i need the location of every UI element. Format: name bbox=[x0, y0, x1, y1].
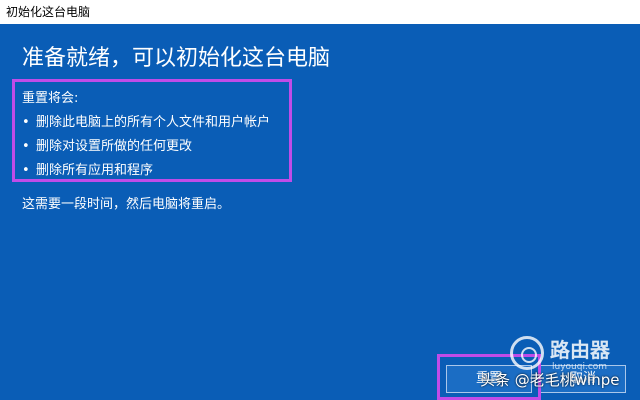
reset-items-list: • 删除此电脑上的所有个人文件和用户帐户 • 删除对设置所做的任何更改 • 删除所有应… bbox=[22, 114, 270, 186]
list-item: • 删除所有应用和程序 bbox=[22, 162, 270, 186]
watermark-logo-icon bbox=[510, 336, 544, 370]
page-heading: 准备就绪，可以初始化这台电脑 bbox=[22, 46, 331, 71]
reset-panel: 准备就绪，可以初始化这台电脑 重置将会: • 删除此电脑上的所有个人文件和用户帐户… bbox=[0, 24, 640, 400]
list-item-text: 删除所有应用和程序 bbox=[36, 163, 154, 178]
list-item: • 删除此电脑上的所有个人文件和用户帐户 bbox=[22, 114, 270, 138]
watermark-credit: 头条 @老毛桃winpe bbox=[480, 371, 620, 389]
bullet-icon: • bbox=[22, 163, 30, 178]
title-bar: 初始化这台电脑 bbox=[0, 0, 640, 24]
list-item-text: 删除对设置所做的任何更改 bbox=[36, 139, 193, 154]
bullet-icon: • bbox=[22, 115, 30, 130]
restart-note: 这需要一段时间，然后电脑将重启。 bbox=[22, 197, 231, 212]
window-title: 初始化这台电脑 bbox=[6, 5, 91, 19]
bullet-icon: • bbox=[22, 139, 30, 154]
list-item-text: 删除此电脑上的所有个人文件和用户帐户 bbox=[36, 115, 271, 130]
list-item: • 删除对设置所做的任何更改 bbox=[22, 138, 270, 162]
reset-intro: 重置将会: bbox=[22, 91, 79, 106]
watermark-brand: 路由器 bbox=[550, 338, 610, 362]
